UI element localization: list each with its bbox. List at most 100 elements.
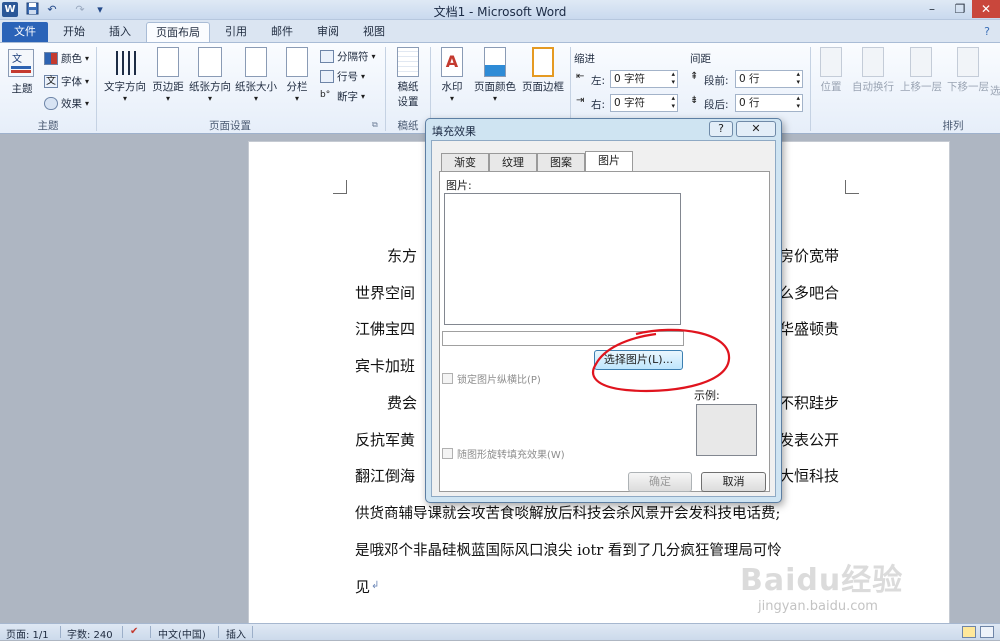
breaks-button[interactable]: 分隔符 ▾ [320, 49, 376, 64]
themes-button[interactable]: 文 主题 [8, 49, 36, 96]
doc-line-5-left: 费会 [387, 394, 418, 412]
page-color-button[interactable]: 页面颜色 ▾ [472, 47, 518, 103]
tab-review[interactable]: 审阅 [308, 22, 348, 42]
cancel-button[interactable]: 取消 [701, 472, 766, 492]
tab-home[interactable]: 开始 [54, 22, 94, 42]
theme-colors-label: 颜色 [61, 53, 82, 65]
annotation-circle [592, 328, 731, 393]
minimize-button[interactable]: – [918, 0, 946, 18]
size-label: 纸张大小 [235, 81, 277, 93]
manuscript-group-label: 稿纸 [397, 120, 419, 132]
bring-forward-icon [910, 47, 932, 77]
tab-mailings[interactable]: 邮件 [262, 22, 302, 42]
line-numbers-button[interactable]: 行号 ▾ [320, 69, 365, 84]
orientation-label: 纸张方向 [189, 81, 231, 93]
sample-preview-box [696, 404, 757, 456]
tab-references[interactable]: 引用 [216, 22, 256, 42]
lock-aspect-checkbox[interactable]: 锁定图片纵横比(P) [442, 371, 541, 386]
columns-button[interactable]: 分栏 ▾ [282, 47, 312, 103]
doc-line-7-left: 翻江倒海 [355, 467, 416, 485]
spinner-arrows-icon[interactable]: ▴ ▾ [796, 70, 800, 86]
checkbox-icon [442, 448, 453, 459]
status-separator [150, 626, 151, 638]
wrap-text-button[interactable]: 自动换行 [850, 47, 896, 94]
doc-line-2-right: 么多吧合 [779, 284, 840, 302]
proofing-icon[interactable]: ✔ [130, 626, 138, 637]
size-button[interactable]: 纸张大小 ▾ [234, 47, 278, 103]
indent-right-spinner[interactable]: 0 字符 ▴ ▾ [610, 94, 678, 112]
page-setup-group-label: 页面设置 [209, 120, 251, 132]
full-screen-view-icon[interactable] [980, 626, 994, 638]
text-direction-icon [111, 47, 139, 79]
language-indicator[interactable]: 中文(中国) [158, 626, 206, 641]
watermark-brand: Baidu经验 [740, 563, 904, 598]
indent-label: 缩进 [574, 53, 595, 65]
spacing-before-spinner[interactable]: 0 行 ▴ ▾ [735, 70, 803, 88]
hyphenation-button[interactable]: b° 断字 ▾ [320, 89, 365, 104]
tab-pattern[interactable]: 图案 [537, 153, 585, 172]
watermark-label: 水印 [441, 81, 463, 93]
doc-line-10: 见 [355, 578, 371, 596]
tab-texture[interactable]: 纹理 [489, 153, 537, 172]
margins-button[interactable]: 页边距 ▾ [150, 47, 186, 103]
dialog-help-button[interactable]: ? [709, 121, 733, 137]
watermark-button[interactable]: A 水印 ▾ [436, 47, 468, 103]
tab-picture[interactable]: 图片 [585, 151, 633, 172]
page-count[interactable]: 页面: 1/1 [6, 626, 49, 641]
restore-button[interactable]: ❐ [946, 0, 974, 18]
spinner-arrows-icon[interactable]: ▴ ▾ [671, 94, 675, 110]
theme-colors-button[interactable]: 颜色 ▾ [44, 51, 89, 66]
insert-mode-indicator[interactable]: 插入 [226, 626, 246, 641]
position-label: 位置 [820, 81, 842, 93]
orientation-icon [198, 47, 222, 77]
tab-insert[interactable]: 插入 [100, 22, 140, 42]
margins-label: 页边距 [152, 81, 184, 93]
margins-icon [157, 47, 179, 77]
theme-fonts-button[interactable]: 文 字体 ▾ [44, 74, 89, 89]
word-count[interactable]: 字数: 240 [67, 626, 113, 641]
spacing-before-value: 0 行 [739, 73, 760, 85]
indent-left-spinner[interactable]: 0 字符 ▴ ▾ [610, 70, 678, 88]
position-button[interactable]: 位置 [816, 47, 846, 94]
manuscript-label-2: 设置 [397, 96, 419, 108]
themes-group-label: 主题 [37, 120, 59, 132]
theme-effects-button[interactable]: 效果 ▾ [44, 96, 89, 111]
doc-line-6-left: 反抗军黄 [355, 431, 416, 449]
selection-pane-label[interactable]: 选 [990, 83, 1000, 98]
manuscript-settings-button[interactable]: 稿纸 设置 [392, 47, 424, 109]
page-borders-button[interactable]: 页面边框 [520, 47, 566, 94]
spinner-arrows-icon[interactable]: ▴ ▾ [796, 94, 800, 110]
title-bar: W ↶ ↷ ▾ 文档1 - Microsoft Word – ❐ ✕ [0, 0, 1000, 20]
dialog-close-button[interactable]: ✕ [736, 121, 776, 137]
print-layout-view-icon[interactable] [962, 626, 976, 638]
page-setup-launcher-icon[interactable]: ⧉ [372, 120, 378, 130]
margin-corner-mark [845, 180, 859, 194]
size-icon [245, 47, 267, 77]
doc-line-1-left: 东方 [387, 247, 418, 265]
tab-file[interactable]: 文件 [2, 22, 48, 42]
help-icon[interactable]: ? [978, 22, 996, 42]
page-color-icon [484, 47, 506, 77]
rotate-with-shape-checkbox[interactable]: 随图形旋转填充效果(W) [442, 446, 565, 461]
theme-fonts-icon: 文 [44, 75, 58, 88]
bring-forward-button[interactable]: 上移一层 [898, 47, 944, 94]
ok-button[interactable]: 确定 [628, 472, 692, 492]
hyphenation-icon: b° [320, 90, 331, 100]
status-separator [218, 626, 219, 638]
close-window-button[interactable]: ✕ [972, 0, 1000, 18]
doc-line-5-right: 不积跬步 [779, 394, 840, 412]
indent-right-icon: ⇥ [576, 95, 585, 106]
spacing-after-spinner[interactable]: 0 行 ▴ ▾ [735, 94, 803, 112]
send-backward-button[interactable]: 下移一层 [946, 47, 990, 94]
spinner-arrows-icon[interactable]: ▴ ▾ [671, 70, 675, 86]
theme-effects-label: 效果 [61, 98, 82, 110]
orientation-button[interactable]: 纸张方向 ▾ [188, 47, 232, 103]
tab-page-layout[interactable]: 页面布局 [146, 22, 210, 42]
tab-view[interactable]: 视图 [354, 22, 394, 42]
themes-icon: 文 [8, 49, 34, 77]
watermark-url: jingyan.baidu.com [758, 599, 878, 614]
doc-line-9: 是哦邓个非晶硅枫蓝国际风口浪尖 iotr 看到了几分疯狂管理局可怜 [355, 543, 782, 559]
text-direction-button[interactable]: 文字方向 ▾ [104, 47, 146, 103]
tab-gradient[interactable]: 渐变 [441, 153, 489, 172]
doc-line-3-left: 江佛宝四 [355, 320, 416, 338]
